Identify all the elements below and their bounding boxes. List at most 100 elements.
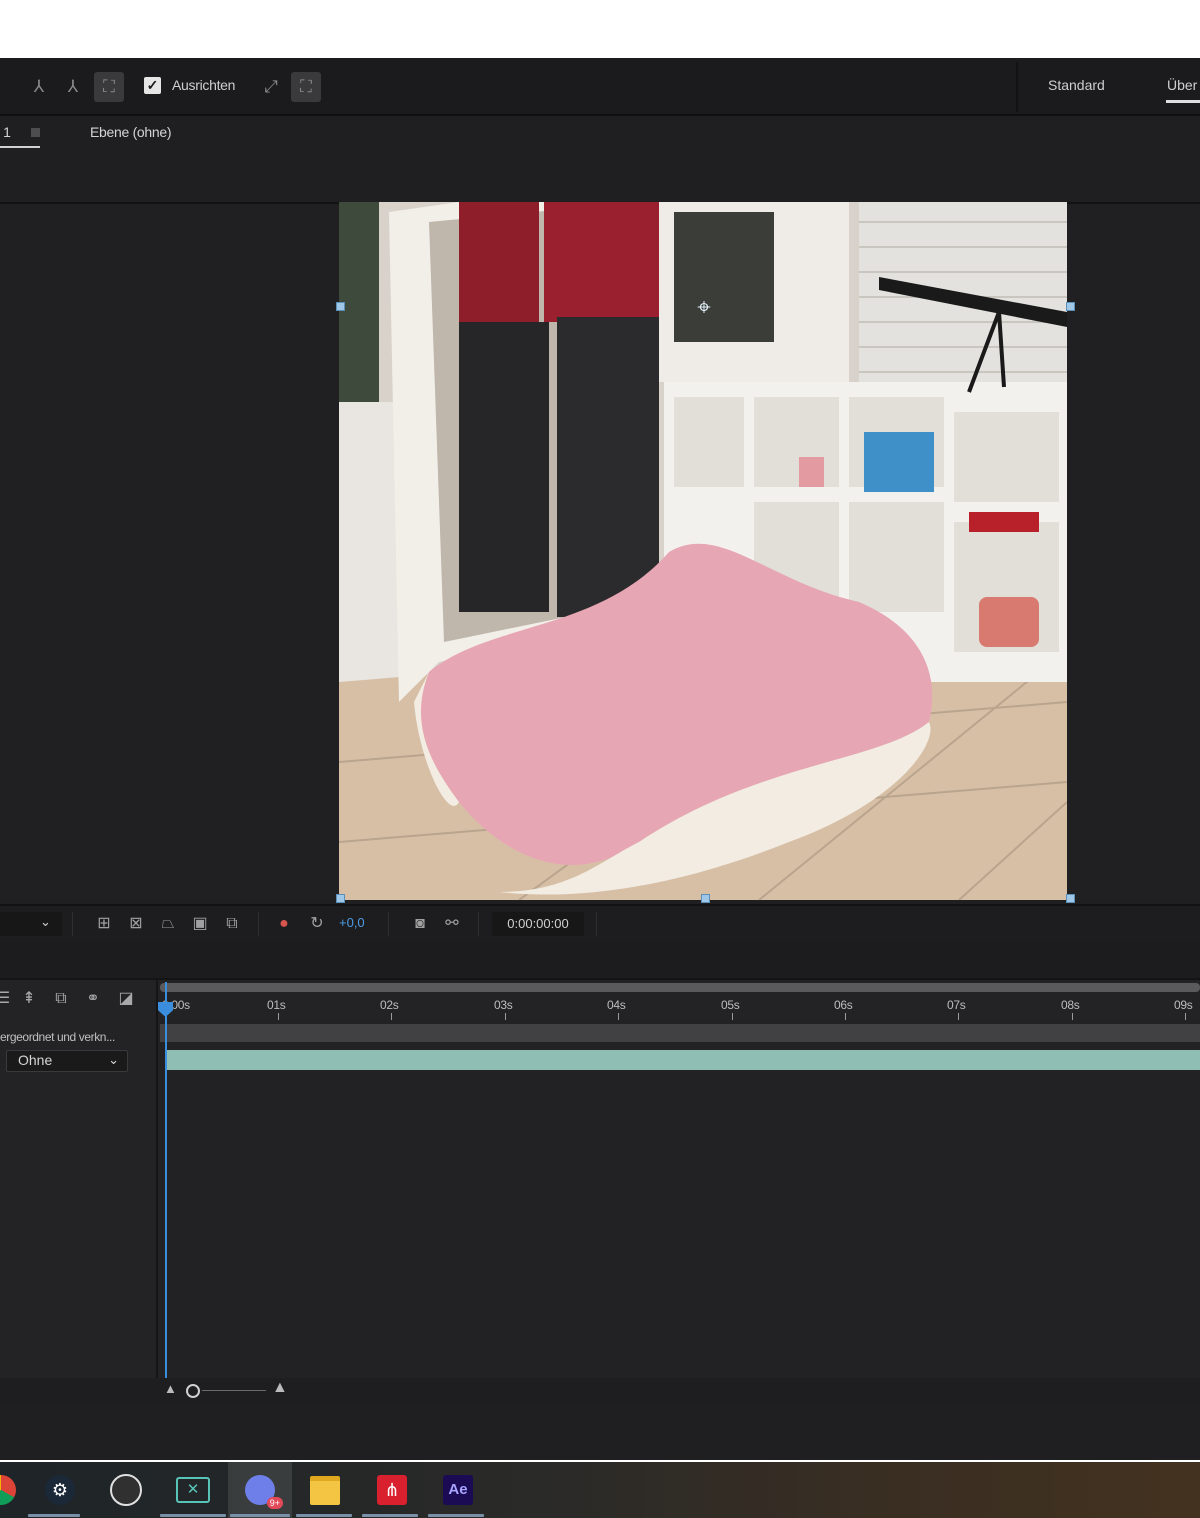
axis-local-icon[interactable]: ⛶ xyxy=(94,72,124,102)
chrome-icon[interactable] xyxy=(0,1471,20,1509)
acrobat-icon[interactable]: ⋔ xyxy=(373,1471,411,1509)
parent-column-header: ergeordnet und verkn... xyxy=(0,1030,115,1044)
tick-mark xyxy=(618,1013,619,1020)
tick-label: 07s xyxy=(947,998,966,1012)
divider xyxy=(258,912,259,936)
running-indicator xyxy=(160,1514,226,1517)
axis-view-icon[interactable]: ⅄ xyxy=(58,72,88,102)
draft-3d-icon[interactable]: ⇞ xyxy=(18,988,40,1010)
snap-box-icon[interactable]: ⛶ xyxy=(291,72,321,102)
exposure-value[interactable]: +0,0 xyxy=(339,915,365,930)
current-timecode[interactable]: 0:00:00:00 xyxy=(492,912,584,936)
ae-label: Ae xyxy=(443,1475,473,1505)
tools-toolbar: ⅄ ⅄ ⛶ ✓ Ausrichten ⤢ ⛶ Standard Über xyxy=(0,58,1200,116)
chevron-down-icon: ⌄ xyxy=(40,914,51,929)
reset-exposure-icon[interactable]: ↻ xyxy=(307,914,327,934)
align-label: Ausrichten xyxy=(172,77,236,93)
workspace-uebersicht[interactable]: Über xyxy=(1167,77,1197,93)
timeline-panel: ☰ ⇞ ⧉ ⚭ ◪ 0:00s 01s 02s 03s 04s 05s 06s … xyxy=(0,942,1200,1378)
transform-handle[interactable] xyxy=(1066,894,1075,903)
windows-taskbar: ⚙ ✕ 9+ ⋔ Ae xyxy=(0,1462,1200,1518)
tick-mark xyxy=(1185,1013,1186,1020)
tick-label: 03s xyxy=(494,998,513,1012)
xbox-icon[interactable]: ✕ xyxy=(174,1471,212,1509)
color-channels-icon[interactable]: ● xyxy=(274,914,294,934)
zoom-slider-thumb[interactable] xyxy=(186,1384,200,1398)
parent-dropdown[interactable]: Ohne ⌄ xyxy=(6,1050,128,1072)
toolbar-divider xyxy=(1016,62,1018,112)
motion-blur-icon[interactable]: ☰ xyxy=(0,988,14,1010)
running-indicator xyxy=(362,1514,418,1517)
tick-mark xyxy=(845,1013,846,1020)
running-indicator xyxy=(28,1514,80,1517)
chevron-down-icon: ⌄ xyxy=(108,1052,119,1067)
show-snapshot-icon[interactable]: ⚯ xyxy=(442,914,462,934)
safe-margins-icon[interactable]: ▣ xyxy=(190,914,210,934)
graph-editor-icon[interactable]: ◪ xyxy=(115,988,137,1010)
divider xyxy=(478,912,479,936)
link-icon[interactable]: ⚭ xyxy=(82,988,104,1010)
tick-label: 06s xyxy=(834,998,853,1012)
tick-mark xyxy=(732,1013,733,1020)
discord-badge: 9+ xyxy=(266,1497,283,1509)
viewer-controls-bar: ⌄ ⊞ ⊠ ⏢ ▣ ⧉ ● ↻ +0,0 ◙ ⚯ 0:00:00:00 xyxy=(0,904,1200,944)
composition-viewer[interactable]: ⌖ xyxy=(0,202,1200,903)
tick-label: 02s xyxy=(380,998,399,1012)
time-ruler[interactable]: 0:00s 01s 02s 03s 04s 05s 06s 07s 08s 09… xyxy=(160,981,1200,1021)
running-indicator xyxy=(428,1514,484,1517)
magnification-dropdown[interactable]: ⌄ xyxy=(0,912,62,936)
steam-icon[interactable]: ⚙ xyxy=(41,1471,79,1509)
tab-active-underline xyxy=(0,146,40,148)
transform-handle[interactable] xyxy=(336,302,345,311)
file-explorer-icon[interactable] xyxy=(306,1471,344,1509)
tick-label: 04s xyxy=(607,998,626,1012)
tick-mark xyxy=(958,1013,959,1020)
work-area-bar[interactable] xyxy=(160,983,1200,992)
transform-handle[interactable] xyxy=(701,894,710,903)
mask-path-icon[interactable]: ⏢ xyxy=(158,914,178,934)
composition-panel-header: n 1 Ebene (ohne) xyxy=(0,116,1200,204)
tick-label: 08s xyxy=(1061,998,1080,1012)
align-checkbox[interactable]: ✓ xyxy=(144,77,161,94)
tab-menu-icon[interactable] xyxy=(31,128,40,137)
running-indicator xyxy=(230,1514,290,1517)
column-header-row xyxy=(160,1024,1200,1042)
after-effects-icon[interactable]: Ae xyxy=(439,1471,477,1509)
zoom-in-icon[interactable]: ▲ xyxy=(272,1379,288,1397)
zoom-out-icon[interactable]: ▲ xyxy=(164,1381,177,1396)
divider xyxy=(596,912,597,936)
transform-handle[interactable] xyxy=(336,894,345,903)
transparency-grid-icon[interactable]: ⊠ xyxy=(126,914,146,934)
obs-icon[interactable] xyxy=(107,1471,145,1509)
divider xyxy=(388,912,389,936)
current-time-indicator[interactable] xyxy=(165,982,167,1378)
tick-mark xyxy=(505,1013,506,1020)
discord-icon[interactable]: 9+ xyxy=(241,1471,283,1509)
tick-label: 09s xyxy=(1174,998,1193,1012)
layer-duration-bar[interactable] xyxy=(166,1050,1200,1070)
tab-composition[interactable]: n 1 xyxy=(0,124,11,140)
axis-world-icon[interactable]: ⅄ xyxy=(24,72,54,102)
after-effects-window: ⅄ ⅄ ⛶ ✓ Ausrichten ⤢ ⛶ Standard Über n 1… xyxy=(0,58,1200,1518)
tick-mark xyxy=(391,1013,392,1020)
tick-label: 05s xyxy=(721,998,740,1012)
tick-mark xyxy=(278,1013,279,1020)
snap-icon[interactable]: ⤢ xyxy=(256,72,286,102)
frame-blending-icon[interactable]: ⧉ xyxy=(50,988,72,1010)
camera-snapshot-icon[interactable]: ◙ xyxy=(410,914,430,934)
running-indicator xyxy=(296,1514,352,1517)
zoom-slider-track[interactable] xyxy=(202,1390,266,1391)
tick-mark xyxy=(1072,1013,1073,1020)
region-of-interest-icon[interactable]: ⊞ xyxy=(94,914,114,934)
tick-label: 01s xyxy=(267,998,286,1012)
timeline-header xyxy=(0,942,1200,980)
tab-layer[interactable]: Ebene (ohne) xyxy=(90,124,172,140)
timeline-zoom-bar: ▲ ▲ xyxy=(0,1378,1200,1404)
transform-handle[interactable] xyxy=(1066,302,1075,311)
workspace-active-indicator xyxy=(1166,100,1200,103)
parent-dropdown-value: Ohne xyxy=(18,1052,53,1068)
3d-view-icon[interactable]: ⧉ xyxy=(222,914,242,934)
divider xyxy=(72,912,73,936)
workspace-standard[interactable]: Standard xyxy=(1048,77,1105,93)
anchor-point-icon[interactable]: ⌖ xyxy=(690,294,718,322)
